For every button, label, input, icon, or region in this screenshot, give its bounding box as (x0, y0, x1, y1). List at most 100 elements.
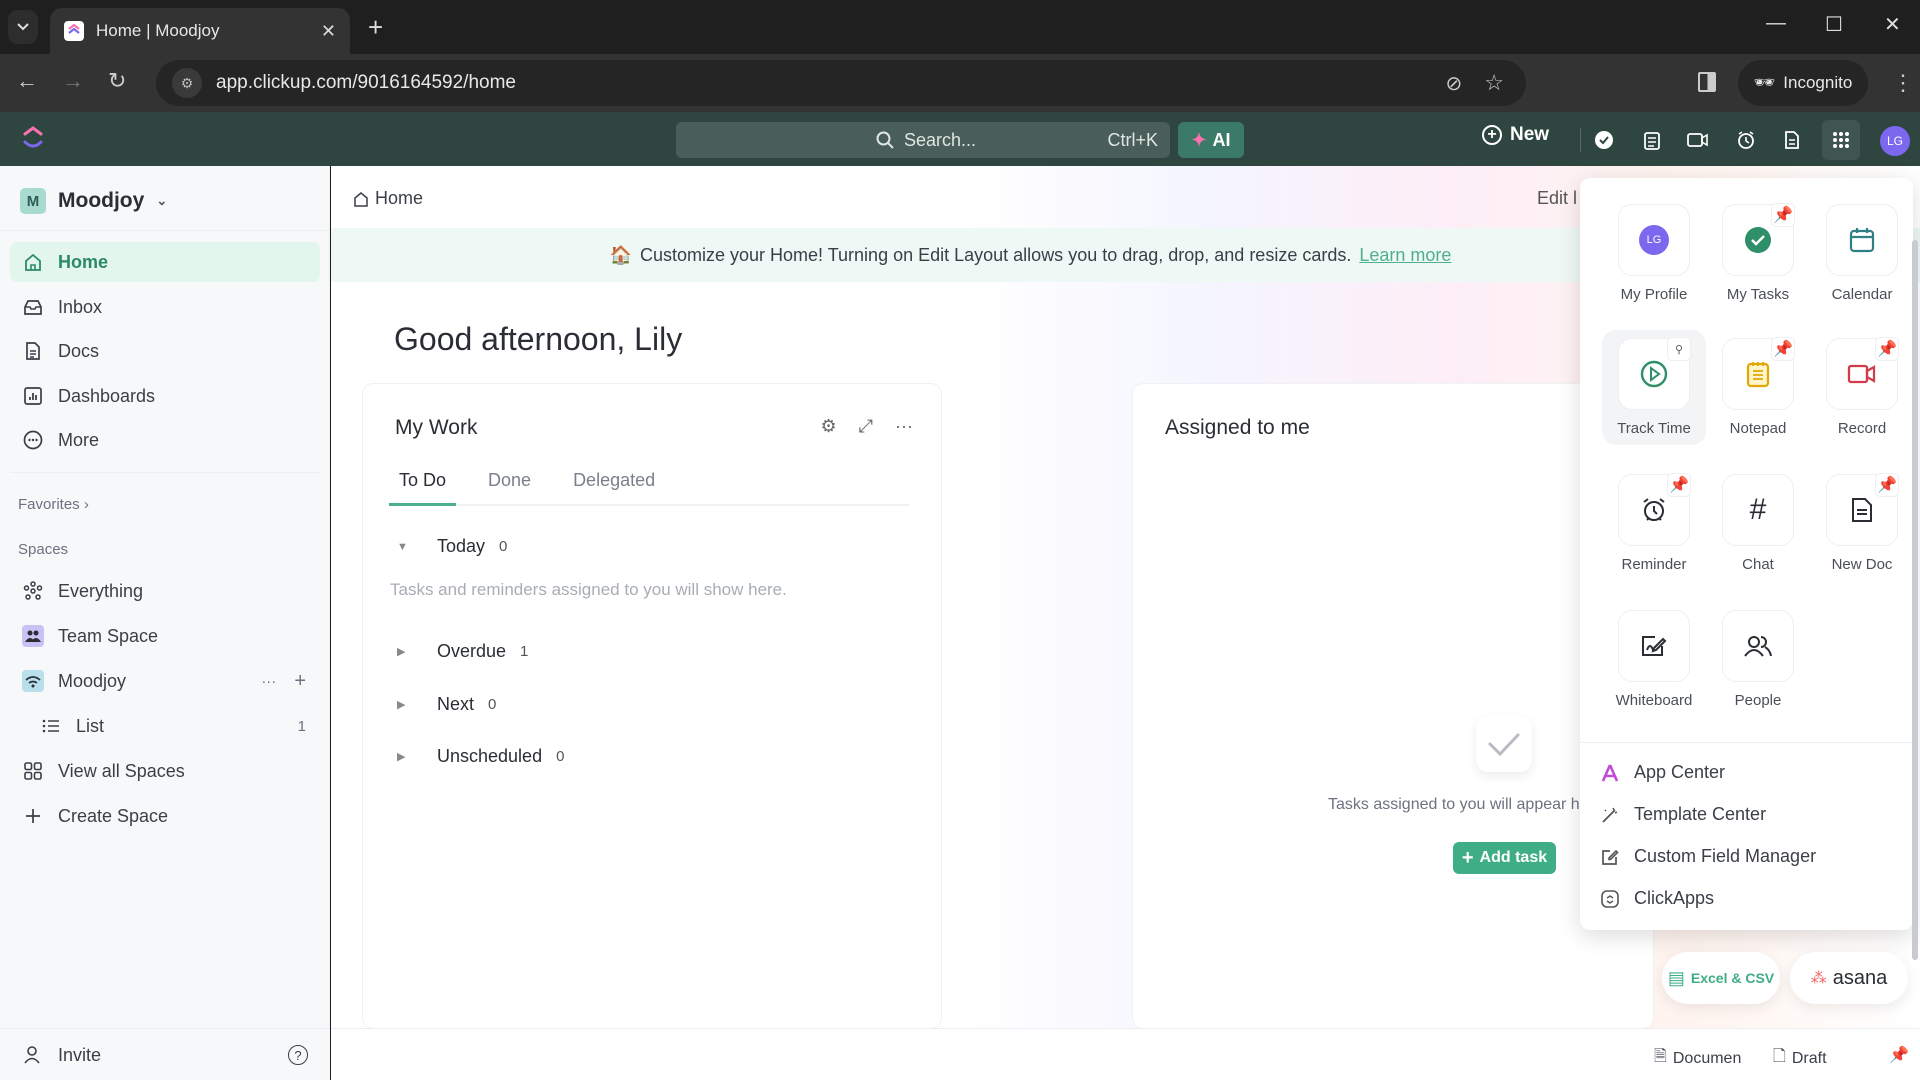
pin-icon[interactable]: 📌 (1875, 337, 1899, 361)
add-task-button[interactable]: + Add task (1453, 842, 1556, 874)
tab-search-button[interactable] (8, 10, 38, 44)
pin-icon[interactable]: 📌 (1771, 203, 1795, 227)
caret-right-icon: ▶ (397, 646, 406, 658)
new-tab-button[interactable]: + (368, 12, 383, 42)
sidebar-item-label: Moodjoy (58, 670, 127, 691)
back-icon[interactable]: ← (16, 68, 38, 94)
divider (0, 230, 330, 231)
sidebar-item-inbox[interactable]: Inbox (10, 287, 320, 327)
pin-icon[interactable]: 📌 (1667, 473, 1691, 497)
tile-new-doc[interactable]: 📌 New Doc (1810, 473, 1914, 573)
import-asana-button[interactable]: ⁂ asana (1790, 952, 1908, 1004)
edit-layout-button[interactable]: Edit l (1537, 188, 1577, 209)
group-overdue[interactable]: ▶ Overdue 1 (397, 641, 528, 662)
group-next[interactable]: ▶ Next 0 (397, 694, 496, 715)
invite-button[interactable]: Invite (10, 1035, 320, 1075)
plus-icon: + (1461, 847, 1474, 869)
notepad-icon[interactable] (1640, 128, 1664, 152)
scrollbar[interactable] (1912, 240, 1918, 960)
tile-my-tasks[interactable]: 📌 My Tasks (1706, 203, 1810, 303)
sidebar-item-home[interactable]: Home (10, 242, 320, 282)
window-close-icon[interactable]: ✕ (1884, 12, 1901, 37)
menu-item-template-center[interactable]: Template Center (1600, 804, 1766, 825)
team-space-icon (22, 625, 44, 647)
sidebar-item-create-space[interactable]: Create Space (10, 796, 320, 836)
group-count: 1 (520, 643, 529, 660)
tab-delegated[interactable]: Delegated (563, 466, 665, 506)
sidebar-item-dashboards[interactable]: Dashboards (10, 376, 320, 416)
sidebar-item-moodjoy-space[interactable]: Moodjoy ··· + (10, 661, 320, 701)
menu-item-custom-field-manager[interactable]: Custom Field Manager (1600, 846, 1816, 867)
incognito-indicator[interactable]: 🕶 Incognito (1738, 60, 1868, 106)
menu-item-clickapps[interactable]: ClickApps (1600, 888, 1714, 909)
my-tasks-icon[interactable] (1592, 128, 1616, 152)
record-icon[interactable] (1686, 128, 1710, 152)
new-button[interactable]: + New (1482, 124, 1549, 146)
sidebar-item-everything[interactable]: Everything (10, 571, 320, 611)
apps-grid-button[interactable] (1822, 120, 1860, 160)
side-panel-icon[interactable] (1698, 72, 1716, 92)
pin-icon[interactable]: 📌 (1875, 473, 1899, 497)
new-doc-icon[interactable] (1780, 128, 1804, 152)
sidebar-item-label: Dashboards (58, 385, 156, 406)
tile-chat[interactable]: # Chat (1706, 474, 1810, 573)
tile-reminder[interactable]: 📌 Reminder (1602, 473, 1706, 573)
pin-icon[interactable]: 📌 (1771, 337, 1795, 361)
tray-pin-icon[interactable]: 📌 (1889, 1045, 1909, 1065)
menu-item-app-center[interactable]: App Center (1600, 762, 1725, 783)
pin-outline-icon[interactable]: ⚲ (1667, 337, 1691, 361)
minimize-icon[interactable]: — (1766, 12, 1786, 35)
browser-tab-bar: Home | Moodjoy ✕ + — ☐ ✕ (0, 0, 1920, 54)
help-icon[interactable]: ? (288, 1045, 308, 1065)
tile-record[interactable]: 📌 Record (1810, 337, 1914, 437)
tile-calendar[interactable]: Calendar (1810, 204, 1914, 303)
browser-menu-icon[interactable]: ⋮ (1892, 70, 1914, 96)
import-excel-csv-button[interactable]: ▤ Excel & CSV (1662, 952, 1780, 1004)
site-settings-icon[interactable]: ⚙ (172, 68, 202, 98)
space-options-icon[interactable]: ··· (261, 673, 276, 690)
sidebar-item-team-space[interactable]: Team Space (10, 616, 320, 656)
sidebar-item-list[interactable]: List 1 (10, 706, 320, 746)
docs-icon (22, 340, 44, 362)
workspace-switcher[interactable]: M Moodjoy ⌄ (20, 188, 167, 214)
more-options-icon[interactable]: ··· (895, 416, 913, 437)
sidebar-item-docs[interactable]: Docs (10, 331, 320, 371)
tab-to-do[interactable]: To Do (389, 466, 457, 506)
add-to-space-icon[interactable]: + (294, 671, 306, 691)
tile-notepad[interactable]: 📌 Notepad (1706, 337, 1810, 437)
reminder-icon[interactable] (1734, 128, 1758, 152)
incognito-icon: 🕶 (1753, 73, 1776, 92)
browser-tab[interactable]: Home | Moodjoy ✕ (50, 8, 350, 54)
group-label: Next (437, 694, 475, 714)
tile-whiteboard[interactable]: Whiteboard (1602, 610, 1706, 709)
favorites-header[interactable]: Favorites › (18, 496, 89, 513)
reload-icon[interactable]: ↻ (108, 68, 126, 94)
tray-draft[interactable]: 🗋 Draft (1773, 1045, 1827, 1072)
user-avatar[interactable]: LG (1880, 126, 1910, 156)
breadcrumb[interactable]: Home (353, 188, 423, 209)
excel-label: Excel & CSV (1690, 970, 1775, 986)
tray-document[interactable]: 🗎 Documen (1654, 1045, 1741, 1072)
clickup-logo-icon[interactable] (22, 126, 44, 150)
learn-more-link[interactable]: Learn more (1359, 245, 1451, 266)
tab-done[interactable]: Done (478, 466, 541, 506)
sidebar-item-more[interactable]: More (10, 420, 320, 460)
bookmark-star-icon[interactable]: ☆ (1484, 70, 1504, 96)
eye-off-icon[interactable]: ⊘ (1446, 71, 1463, 96)
group-unscheduled[interactable]: ▶ Unscheduled 0 (397, 746, 564, 767)
close-tab-icon[interactable]: ✕ (321, 21, 336, 42)
home-icon (354, 191, 368, 207)
expand-icon[interactable]: ⤢ (859, 416, 873, 437)
settings-gear-icon[interactable]: ⚙ (820, 416, 836, 437)
tile-track-time[interactable]: ⚲ Track Time (1602, 330, 1706, 445)
group-today[interactable]: ▼ Today 0 (397, 536, 507, 557)
ai-button[interactable]: ✦ AI (1178, 122, 1244, 158)
sidebar-item-view-all-spaces[interactable]: View all Spaces (10, 751, 320, 791)
search-input[interactable]: Search... Ctrl+K (676, 122, 1170, 158)
spaces-header: Spaces (18, 541, 69, 558)
tile-people[interactable]: People (1706, 610, 1810, 709)
forward-icon[interactable]: → (62, 68, 84, 94)
url-field[interactable]: ⚙ app.clickup.com/9016164592/home ⊘ ☆ (156, 60, 1526, 106)
maximize-icon[interactable]: ☐ (1825, 12, 1843, 37)
tile-my-profile[interactable]: LG My Profile (1602, 204, 1706, 303)
